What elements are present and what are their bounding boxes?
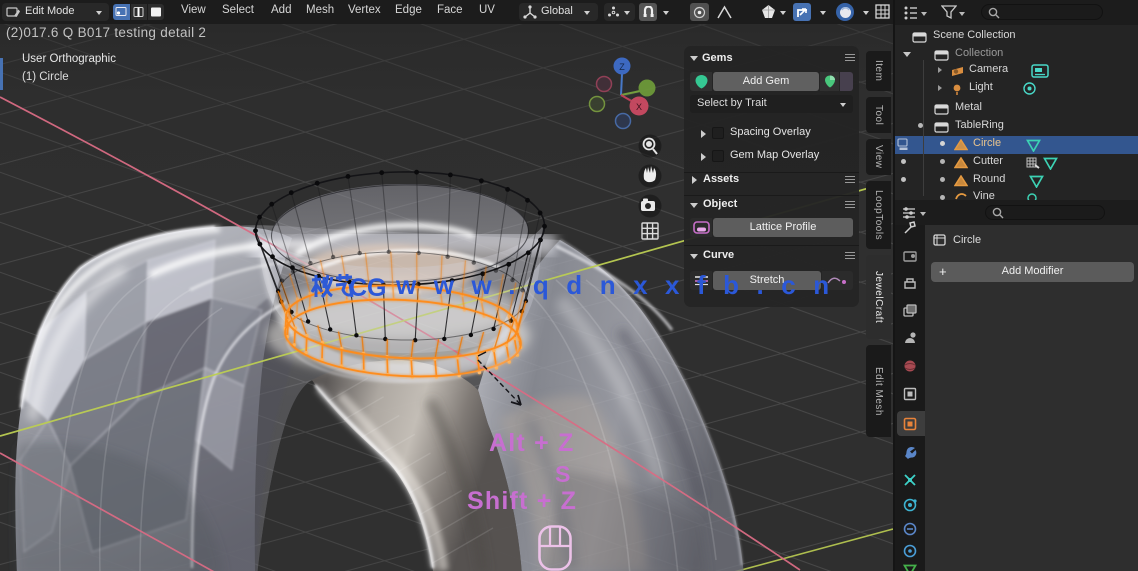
svg-text:Z: Z bbox=[619, 62, 625, 72]
svg-text:X: X bbox=[636, 102, 642, 112]
svg-text:CG: CG bbox=[349, 274, 387, 300]
